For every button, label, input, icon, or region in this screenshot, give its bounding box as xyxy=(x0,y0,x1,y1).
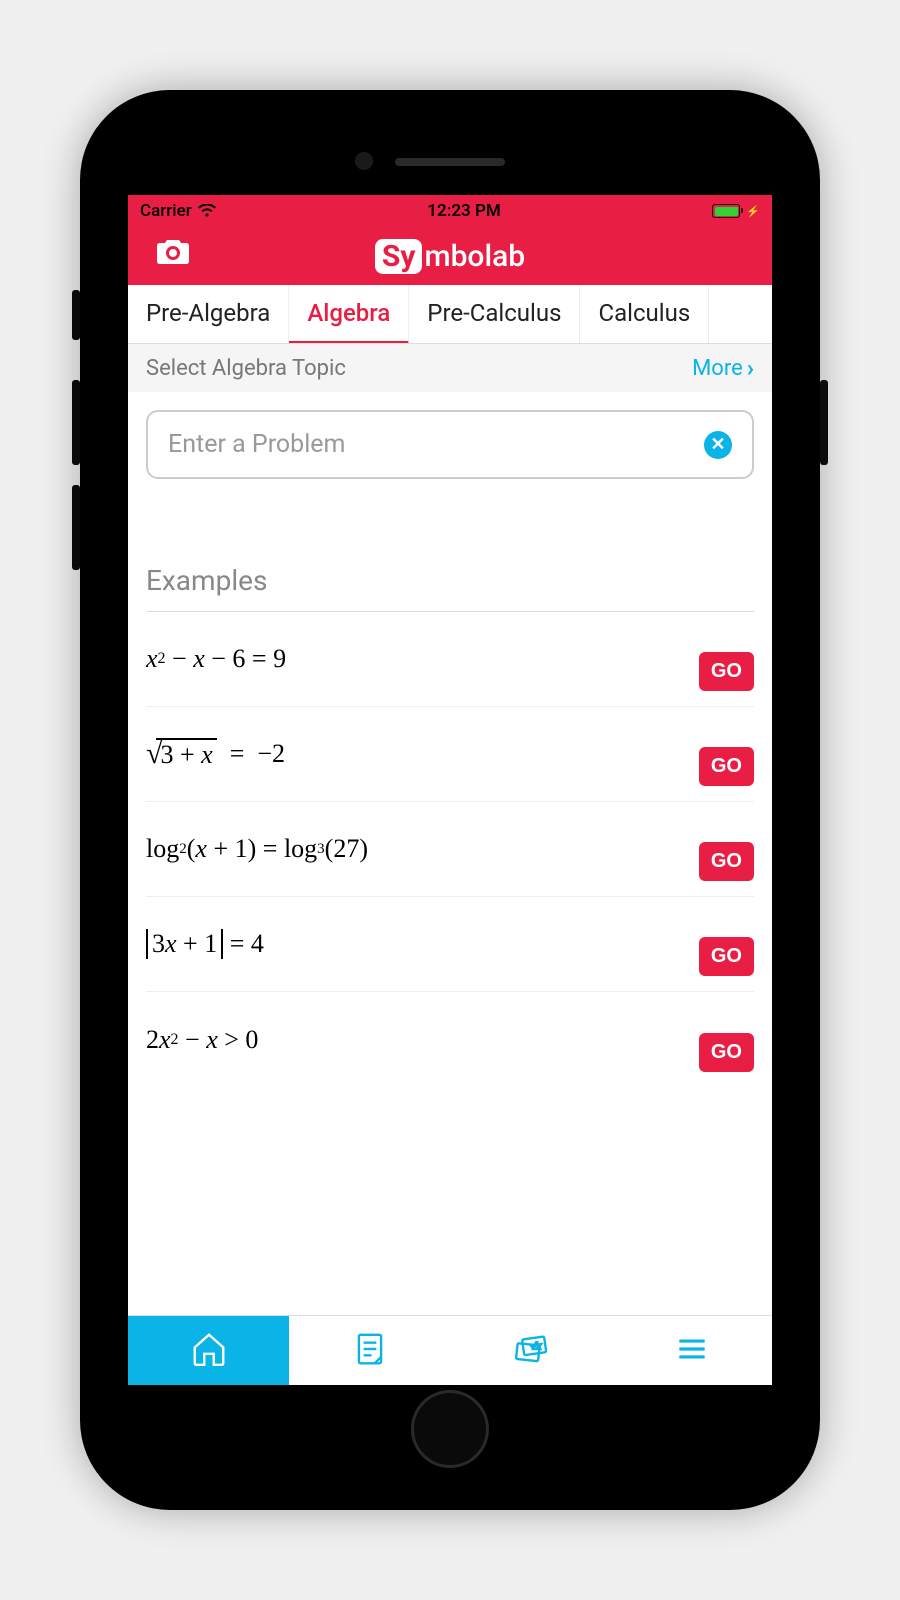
example-formula[interactable]: 2x2 − x > 0 xyxy=(146,1025,258,1055)
clear-icon[interactable]: ✕ xyxy=(704,431,732,459)
go-button[interactable]: GO xyxy=(699,842,754,881)
topic-selector[interactable]: Select Algebra Topic More › xyxy=(128,344,772,392)
phone-speaker xyxy=(395,158,505,166)
go-button[interactable]: GO xyxy=(699,1033,754,1072)
volume-up xyxy=(72,380,80,465)
category-tabs: Pre-Algebra Algebra Pre-Calculus Calculu… xyxy=(128,285,772,344)
tab-pre-calculus[interactable]: Pre-Calculus xyxy=(409,285,580,343)
mute-switch xyxy=(72,290,80,340)
cards-icon: √x xyxy=(512,1330,550,1372)
tab-pre-algebra[interactable]: Pre-Algebra xyxy=(128,285,289,343)
example-formula[interactable]: log2(x + 1) = log3(27) xyxy=(146,834,368,864)
example-formula[interactable]: x2 − x − 6 = 9 xyxy=(146,644,286,674)
chevron-right-icon: › xyxy=(747,354,754,382)
example-row: 2x2 − x > 0 GO xyxy=(146,992,754,1087)
menu-icon xyxy=(673,1330,711,1372)
tab-algebra[interactable]: Algebra xyxy=(289,285,409,344)
home-button[interactable] xyxy=(411,1390,489,1468)
go-button[interactable]: GO xyxy=(699,652,754,691)
main-content: ✕ Examples x2 − x − 6 = 9 GO √3 + x = −2… xyxy=(128,392,772,1315)
phone-frame: Carrier 12:23 PM ⚡ Sy mbolab xyxy=(80,90,820,1510)
tab-calculus[interactable]: Calculus xyxy=(580,285,709,343)
example-formula[interactable]: 3x + 1 = 4 xyxy=(146,929,264,959)
nav-menu[interactable] xyxy=(611,1316,772,1385)
go-button[interactable]: GO xyxy=(699,747,754,786)
go-button[interactable]: GO xyxy=(699,937,754,976)
example-row: 3x + 1 = 4 GO xyxy=(146,897,754,992)
document-icon xyxy=(351,1330,389,1372)
status-time: 12:23 PM xyxy=(427,201,501,221)
svg-text:√x: √x xyxy=(531,1341,541,1352)
nav-home[interactable] xyxy=(128,1316,289,1385)
logo-suffix: mbolab xyxy=(424,239,525,274)
charging-icon: ⚡ xyxy=(746,205,760,218)
bottom-nav: √x xyxy=(128,1315,772,1385)
examples-heading: Examples xyxy=(146,564,754,612)
camera-icon[interactable] xyxy=(156,238,190,274)
nav-cards[interactable]: √x xyxy=(450,1316,611,1385)
more-link[interactable]: More › xyxy=(692,354,754,382)
example-row: x2 − x − 6 = 9 GO xyxy=(146,612,754,707)
phone-camera xyxy=(355,152,373,170)
home-icon xyxy=(190,1330,228,1372)
example-row: √3 + x = −2 GO xyxy=(146,707,754,802)
problem-input[interactable] xyxy=(168,430,704,459)
power-button xyxy=(820,380,828,465)
nav-notes[interactable] xyxy=(289,1316,450,1385)
status-bar: Carrier 12:23 PM ⚡ xyxy=(128,195,772,227)
logo-prefix: Sy xyxy=(375,239,423,274)
example-row: log2(x + 1) = log3(27) GO xyxy=(146,802,754,897)
carrier-label: Carrier xyxy=(140,201,192,221)
app-header: Sy mbolab xyxy=(128,227,772,285)
wifi-icon xyxy=(198,204,216,218)
app-screen: Carrier 12:23 PM ⚡ Sy mbolab xyxy=(128,195,772,1385)
battery-icon xyxy=(712,204,740,218)
topic-label: Select Algebra Topic xyxy=(146,356,346,381)
example-formula[interactable]: √3 + x = −2 xyxy=(146,737,285,771)
app-logo: Sy mbolab xyxy=(375,239,525,274)
volume-down xyxy=(72,485,80,570)
problem-input-container[interactable]: ✕ xyxy=(146,410,754,479)
